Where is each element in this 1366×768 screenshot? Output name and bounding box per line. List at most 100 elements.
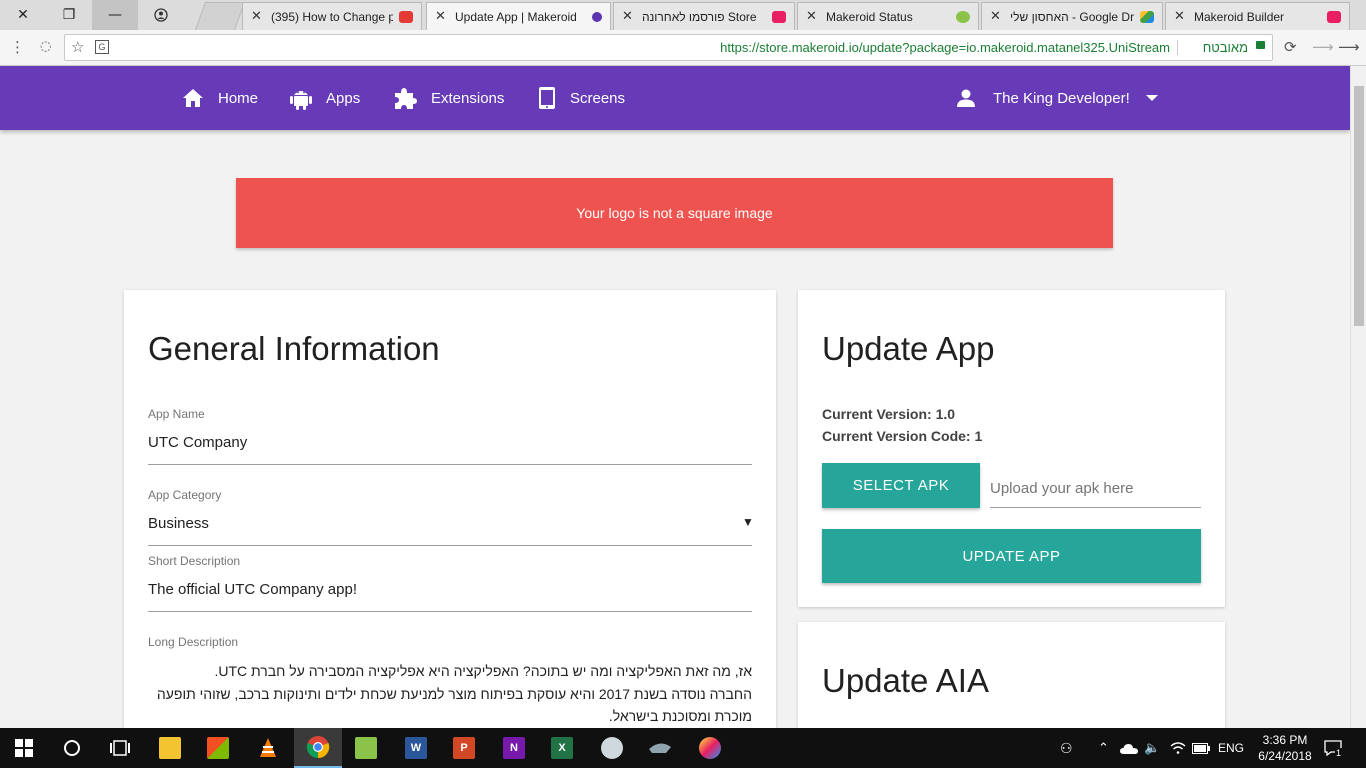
app-category-underline: [148, 545, 752, 546]
short-description-underline: [148, 611, 752, 612]
select-apk-button[interactable]: SELECT APK: [822, 463, 980, 508]
clock[interactable]: 3:36 PM 6/24/2018: [1256, 728, 1314, 768]
address-bar[interactable]: ☆ G https://store.makeroid.io/update?pac…: [64, 34, 1273, 61]
new-tab-button[interactable]: [194, 2, 246, 30]
current-version: Current Version: 1.0: [822, 406, 956, 422]
vlc-icon[interactable]: [244, 728, 292, 768]
tab-label: Update App | Makeroid: [455, 9, 577, 24]
close-tab-icon[interactable]: ✕: [990, 9, 1004, 24]
nav-extensions-label: Extensions: [431, 89, 505, 107]
close-tab-icon[interactable]: ✕: [1174, 9, 1188, 24]
long-description-label: Long Description: [148, 635, 239, 649]
makeroid-icon: [592, 11, 602, 22]
tab-makeroid-status[interactable]: ✕ Makeroid Status: [797, 2, 979, 30]
battery-icon[interactable]: [1192, 728, 1210, 768]
app-category-label: App Category: [148, 488, 222, 502]
tab-label: האחסון שלי - Google Drive: [1010, 9, 1134, 24]
app-name-input[interactable]: UTC Company: [148, 434, 247, 451]
paint-icon[interactable]: [686, 728, 734, 768]
update-app-button[interactable]: UPDATE APP: [822, 529, 1201, 583]
puzzle-icon: [395, 88, 417, 109]
minimize-window-icon[interactable]: —: [92, 0, 138, 30]
close-tab-icon[interactable]: ✕: [622, 9, 636, 24]
store-bag-icon[interactable]: [194, 728, 242, 768]
reload-icon[interactable]: ⟳: [1284, 38, 1297, 56]
tab-label: (395) How to Change p: [271, 9, 393, 24]
current-version-code: Current Version Code: 1: [822, 428, 983, 444]
error-alert: Your logo is not a square image: [236, 178, 1113, 248]
page-scrollbar[interactable]: [1350, 66, 1366, 728]
tab-update-app[interactable]: ✕ Update App | Makeroid: [426, 2, 611, 30]
short-description-input[interactable]: The official UTC Company app!: [148, 581, 357, 598]
input-language[interactable]: ENG: [1218, 728, 1244, 768]
user-menu[interactable]: The King Developer!: [956, 66, 1158, 130]
wifi-icon[interactable]: [1170, 728, 1186, 768]
dropdown-arrow-icon[interactable]: ▼: [742, 515, 754, 529]
windows-start-icon[interactable]: [0, 728, 48, 768]
notification-count: 1: [1335, 748, 1343, 758]
excel-icon[interactable]: X: [538, 728, 586, 768]
secure-label: מאובטח: [1202, 40, 1248, 55]
apk-path-input[interactable]: [990, 470, 1201, 508]
close-tab-icon[interactable]: ✕: [251, 9, 265, 24]
volume-icon[interactable]: 🔈: [1144, 728, 1160, 768]
app-name-underline: [148, 464, 752, 465]
loading-icon: ◌: [40, 39, 52, 54]
update-aia-title: Update AIA: [822, 662, 989, 699]
home-icon: [183, 89, 203, 107]
profile-icon[interactable]: [138, 0, 184, 30]
top-navbar: Home Apps Extensions Screens The King De…: [0, 66, 1350, 130]
close-tab-icon[interactable]: ✕: [435, 9, 449, 24]
url-text: https://store.makeroid.io/update?package…: [720, 40, 1170, 55]
task-view-icon[interactable]: [96, 728, 144, 768]
long-description-textarea[interactable]: אז, מה זאת האפליקציה ומה יש בתוכה? האפלי…: [148, 660, 752, 728]
tab-youtube[interactable]: ✕ (395) How to Change p: [242, 2, 422, 30]
tab-store[interactable]: ✕ פורסמו לאחרונה Store: [613, 2, 795, 30]
restore-window-icon[interactable]: ❐: [46, 0, 92, 30]
nav-screens[interactable]: Screens: [538, 66, 625, 130]
tab-google-drive[interactable]: ✕ האחסון שלי - Google Drive: [981, 2, 1163, 30]
tray-chevron-up-icon[interactable]: ⌃: [1098, 728, 1109, 768]
bookmark-star-icon[interactable]: ☆: [71, 38, 84, 56]
translate-icon[interactable]: G: [95, 40, 109, 54]
clock-date: 6/24/2018: [1258, 749, 1312, 763]
update-app-title: Update App: [822, 330, 995, 367]
close-window-icon[interactable]: ✕: [0, 0, 46, 30]
app-cloud-icon[interactable]: [588, 728, 636, 768]
google-drive-icon: [1140, 10, 1154, 23]
scrollbar-thumb[interactable]: [1354, 86, 1364, 326]
alert-message: Your logo is not a square image: [576, 205, 773, 221]
app-category-select[interactable]: Business: [148, 515, 209, 532]
chrome-icon[interactable]: [294, 728, 342, 768]
lock-icon: [1256, 41, 1265, 49]
store-icon: [772, 10, 786, 23]
nav-home-label: Home: [218, 89, 259, 107]
windows-taskbar: W P N X ⚇ ⌃ 🔈 ENG 3:36 PM 6/24/2018 1: [0, 728, 1366, 768]
long-description-line: אז, מה זאת האפליקציה ומה יש בתוכה? האפלי…: [214, 663, 752, 679]
search-circle-icon[interactable]: [48, 728, 96, 768]
file-explorer-icon[interactable]: [146, 728, 194, 768]
tab-label: פורסמו לאחרונה Store: [642, 9, 757, 24]
onedrive-cloud-icon[interactable]: [1120, 728, 1138, 768]
close-tab-icon[interactable]: ✕: [806, 9, 820, 24]
onenote-icon[interactable]: N: [490, 728, 538, 768]
update-app-card: Update App Current Version: 1.0 Current …: [798, 290, 1225, 607]
notepad-icon[interactable]: [342, 728, 390, 768]
app-boat-icon[interactable]: [636, 728, 684, 768]
action-center-icon[interactable]: 1: [1324, 728, 1343, 768]
android-icon: [290, 91, 312, 110]
check-icon: [956, 10, 970, 23]
nav-home[interactable]: Home: [182, 66, 258, 130]
nav-extensions[interactable]: Extensions: [393, 66, 504, 130]
back-icon[interactable]: ⟶: [1338, 38, 1360, 56]
tab-label: Makeroid Status: [826, 9, 913, 24]
people-icon[interactable]: ⚇: [1060, 728, 1073, 768]
powerpoint-icon[interactable]: P: [440, 728, 488, 768]
word-icon[interactable]: W: [392, 728, 440, 768]
menu-dots-icon[interactable]: ⋮: [10, 38, 25, 56]
forward-icon[interactable]: ⟶: [1312, 38, 1334, 56]
nav-apps[interactable]: Apps: [290, 66, 360, 130]
clock-time: 3:36 PM: [1262, 733, 1308, 747]
tab-makeroid-builder[interactable]: ✕ Makeroid Builder: [1165, 2, 1350, 30]
builder-icon: [1327, 10, 1341, 23]
